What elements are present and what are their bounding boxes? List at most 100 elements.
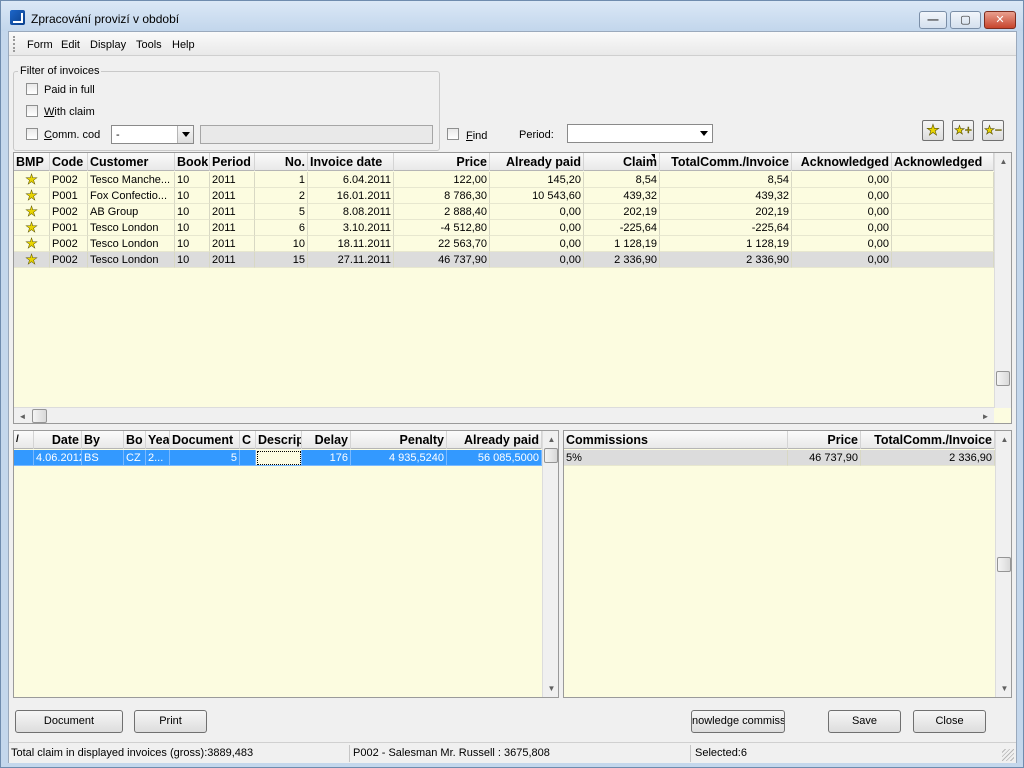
acknowledge-commission-button[interactable]: nowledge commissi [691, 710, 785, 733]
table-row[interactable]: 4.06.2012 BS CZ 2... 5 176 4 935,5240 56 085,50… [14, 450, 542, 466]
column-header[interactable]: Acknowledged [892, 153, 994, 171]
column-header[interactable]: Invoice date [308, 153, 394, 171]
column-header[interactable]: TotalComm./Invoice [861, 431, 995, 449]
scroll-left-icon[interactable]: ◄ [14, 408, 31, 423]
bookmark-remove-button[interactable]: ★− [982, 120, 1004, 141]
column-header[interactable]: Period [210, 153, 255, 171]
scroll-thumb[interactable] [997, 557, 1011, 572]
price-cell: 46 737,90 [394, 252, 490, 268]
paid-in-full-checkbox[interactable] [26, 83, 38, 95]
price-cell: -4 512,80 [394, 220, 490, 236]
scroll-thumb[interactable] [996, 371, 1010, 386]
close-button[interactable]: Close [913, 710, 986, 733]
print-button[interactable]: Print [134, 710, 207, 733]
column-header[interactable]: By [82, 431, 124, 449]
price-cell: 46 737,90 [788, 450, 861, 466]
column-header[interactable]: Document [170, 431, 240, 449]
book-cell: 10 [175, 204, 210, 220]
scroll-up-icon[interactable]: ▲ [543, 431, 558, 448]
column-header[interactable]: Claim [584, 153, 660, 171]
column-header[interactable]: / [14, 431, 34, 449]
scroll-down-icon[interactable]: ▼ [996, 680, 1011, 697]
app-icon [10, 10, 25, 25]
scroll-up-icon[interactable]: ▲ [996, 431, 1011, 448]
acknowledged-cell: 0,00 [792, 220, 892, 236]
table-row[interactable]: ★ P002 Tesco Manche... 10 2011 1 6.04.2011 122,… [14, 172, 994, 188]
resize-grip[interactable] [1002, 749, 1014, 761]
invoices-horizontal-scrollbar[interactable]: ◄ ► [14, 407, 994, 423]
maximize-button[interactable]: ▢ [950, 11, 981, 29]
scroll-thumb[interactable] [544, 448, 558, 463]
comm-cod-combo-value: - [116, 129, 120, 141]
column-header[interactable]: Book [175, 153, 210, 171]
book-cell: 10 [175, 220, 210, 236]
column-header[interactable]: Acknowledged [792, 153, 892, 171]
comm-cod-combo[interactable]: - [111, 125, 194, 144]
column-header[interactable]: Already paid [490, 153, 584, 171]
already-paid-cell: 10 543,60 [490, 188, 584, 204]
column-header[interactable]: Penalty [351, 431, 447, 449]
column-header[interactable]: Commissions [564, 431, 788, 449]
menu-form[interactable]: Form [27, 39, 53, 51]
menu-tools[interactable]: Tools [136, 39, 162, 51]
acknowledged-cell: 0,00 [792, 204, 892, 220]
star-icon: ★ [14, 188, 50, 204]
column-header[interactable]: Descrip [256, 431, 302, 449]
column-header[interactable]: Price [394, 153, 490, 171]
invoices-grid-header: BMP Code Customer Book Period No. Invoic… [14, 153, 994, 171]
bookmark-button[interactable]: ★ [922, 120, 944, 141]
table-row[interactable]: ★ P001 Tesco London 10 2011 6 3.10.2011 -4 512,… [14, 220, 994, 236]
table-row[interactable]: ★ P002 Tesco London 10 2011 10 18.11.2011 22 56… [14, 236, 994, 252]
find-label: Find [466, 130, 488, 142]
table-row[interactable]: 5% 46 737,90 2 336,90 [564, 450, 995, 466]
scroll-thumb[interactable] [32, 409, 47, 423]
chevron-down-icon[interactable] [177, 126, 193, 143]
commissions-vertical-scrollbar[interactable]: ▲ ▼ [995, 431, 1011, 697]
save-button[interactable]: Save [828, 710, 901, 733]
payments-grid: / Date By Bo Yea Document C Descrip Dela… [13, 430, 559, 698]
title-bar[interactable]: Zpracování provizí v období — ▢ ✕ [1, 1, 1023, 31]
column-header[interactable]: C [240, 431, 256, 449]
minimize-button[interactable]: — [919, 11, 947, 29]
bookmark-add-button[interactable]: ★+ [952, 120, 974, 141]
scroll-up-icon[interactable]: ▲ [995, 153, 1011, 170]
acknowledged-cell: 0,00 [792, 236, 892, 252]
menu-help[interactable]: Help [172, 39, 195, 51]
star-icon: ★ [14, 172, 50, 188]
column-header[interactable]: Yea [146, 431, 170, 449]
code-cell: P002 [50, 252, 88, 268]
column-header[interactable]: BMP [14, 153, 50, 171]
period-combo[interactable] [567, 124, 713, 143]
column-header[interactable]: Customer [88, 153, 175, 171]
column-header[interactable]: No. [255, 153, 308, 171]
column-header[interactable]: TotalComm./Invoice [660, 153, 792, 171]
column-header[interactable]: Bo [124, 431, 146, 449]
scroll-down-icon[interactable]: ▼ [543, 680, 558, 697]
invoices-vertical-scrollbar[interactable]: ▲ [994, 153, 1011, 408]
column-header[interactable]: Delay [302, 431, 351, 449]
column-header[interactable]: Already paid [447, 431, 542, 449]
close-window-button[interactable]: ✕ [984, 11, 1016, 29]
menu-edit[interactable]: Edit [61, 39, 80, 51]
scroll-right-icon[interactable]: ► [977, 408, 994, 423]
star-icon: ★ [14, 204, 50, 220]
table-row[interactable]: ★ P002 AB Group 10 2011 5 8.08.2011 2 888,40 0,0… [14, 204, 994, 220]
code-cell: P001 [50, 188, 88, 204]
column-header[interactable]: Date [34, 431, 82, 449]
payments-vertical-scrollbar[interactable]: ▲ ▼ [542, 431, 558, 697]
chevron-down-icon[interactable] [696, 125, 712, 142]
comm-cod-checkbox[interactable] [26, 128, 38, 140]
with-claim-checkbox[interactable] [26, 105, 38, 117]
column-header[interactable]: Code [50, 153, 88, 171]
acknowledged-cell [892, 188, 994, 204]
column-header[interactable]: Price [788, 431, 861, 449]
document-button[interactable]: Document [15, 710, 123, 733]
total-commission-cell: 8,54 [660, 172, 792, 188]
table-row[interactable]: ★ P002 Tesco London 10 2011 15 27.11.2011 46 73… [14, 252, 994, 268]
price-cell: 2 888,40 [394, 204, 490, 220]
menu-display[interactable]: Display [90, 39, 126, 51]
find-checkbox[interactable] [447, 128, 459, 140]
status-separator [349, 745, 350, 762]
table-row[interactable]: ★ P001 Fox Confectio... 10 2011 2 16.01.2011 8 … [14, 188, 994, 204]
price-cell: 122,00 [394, 172, 490, 188]
